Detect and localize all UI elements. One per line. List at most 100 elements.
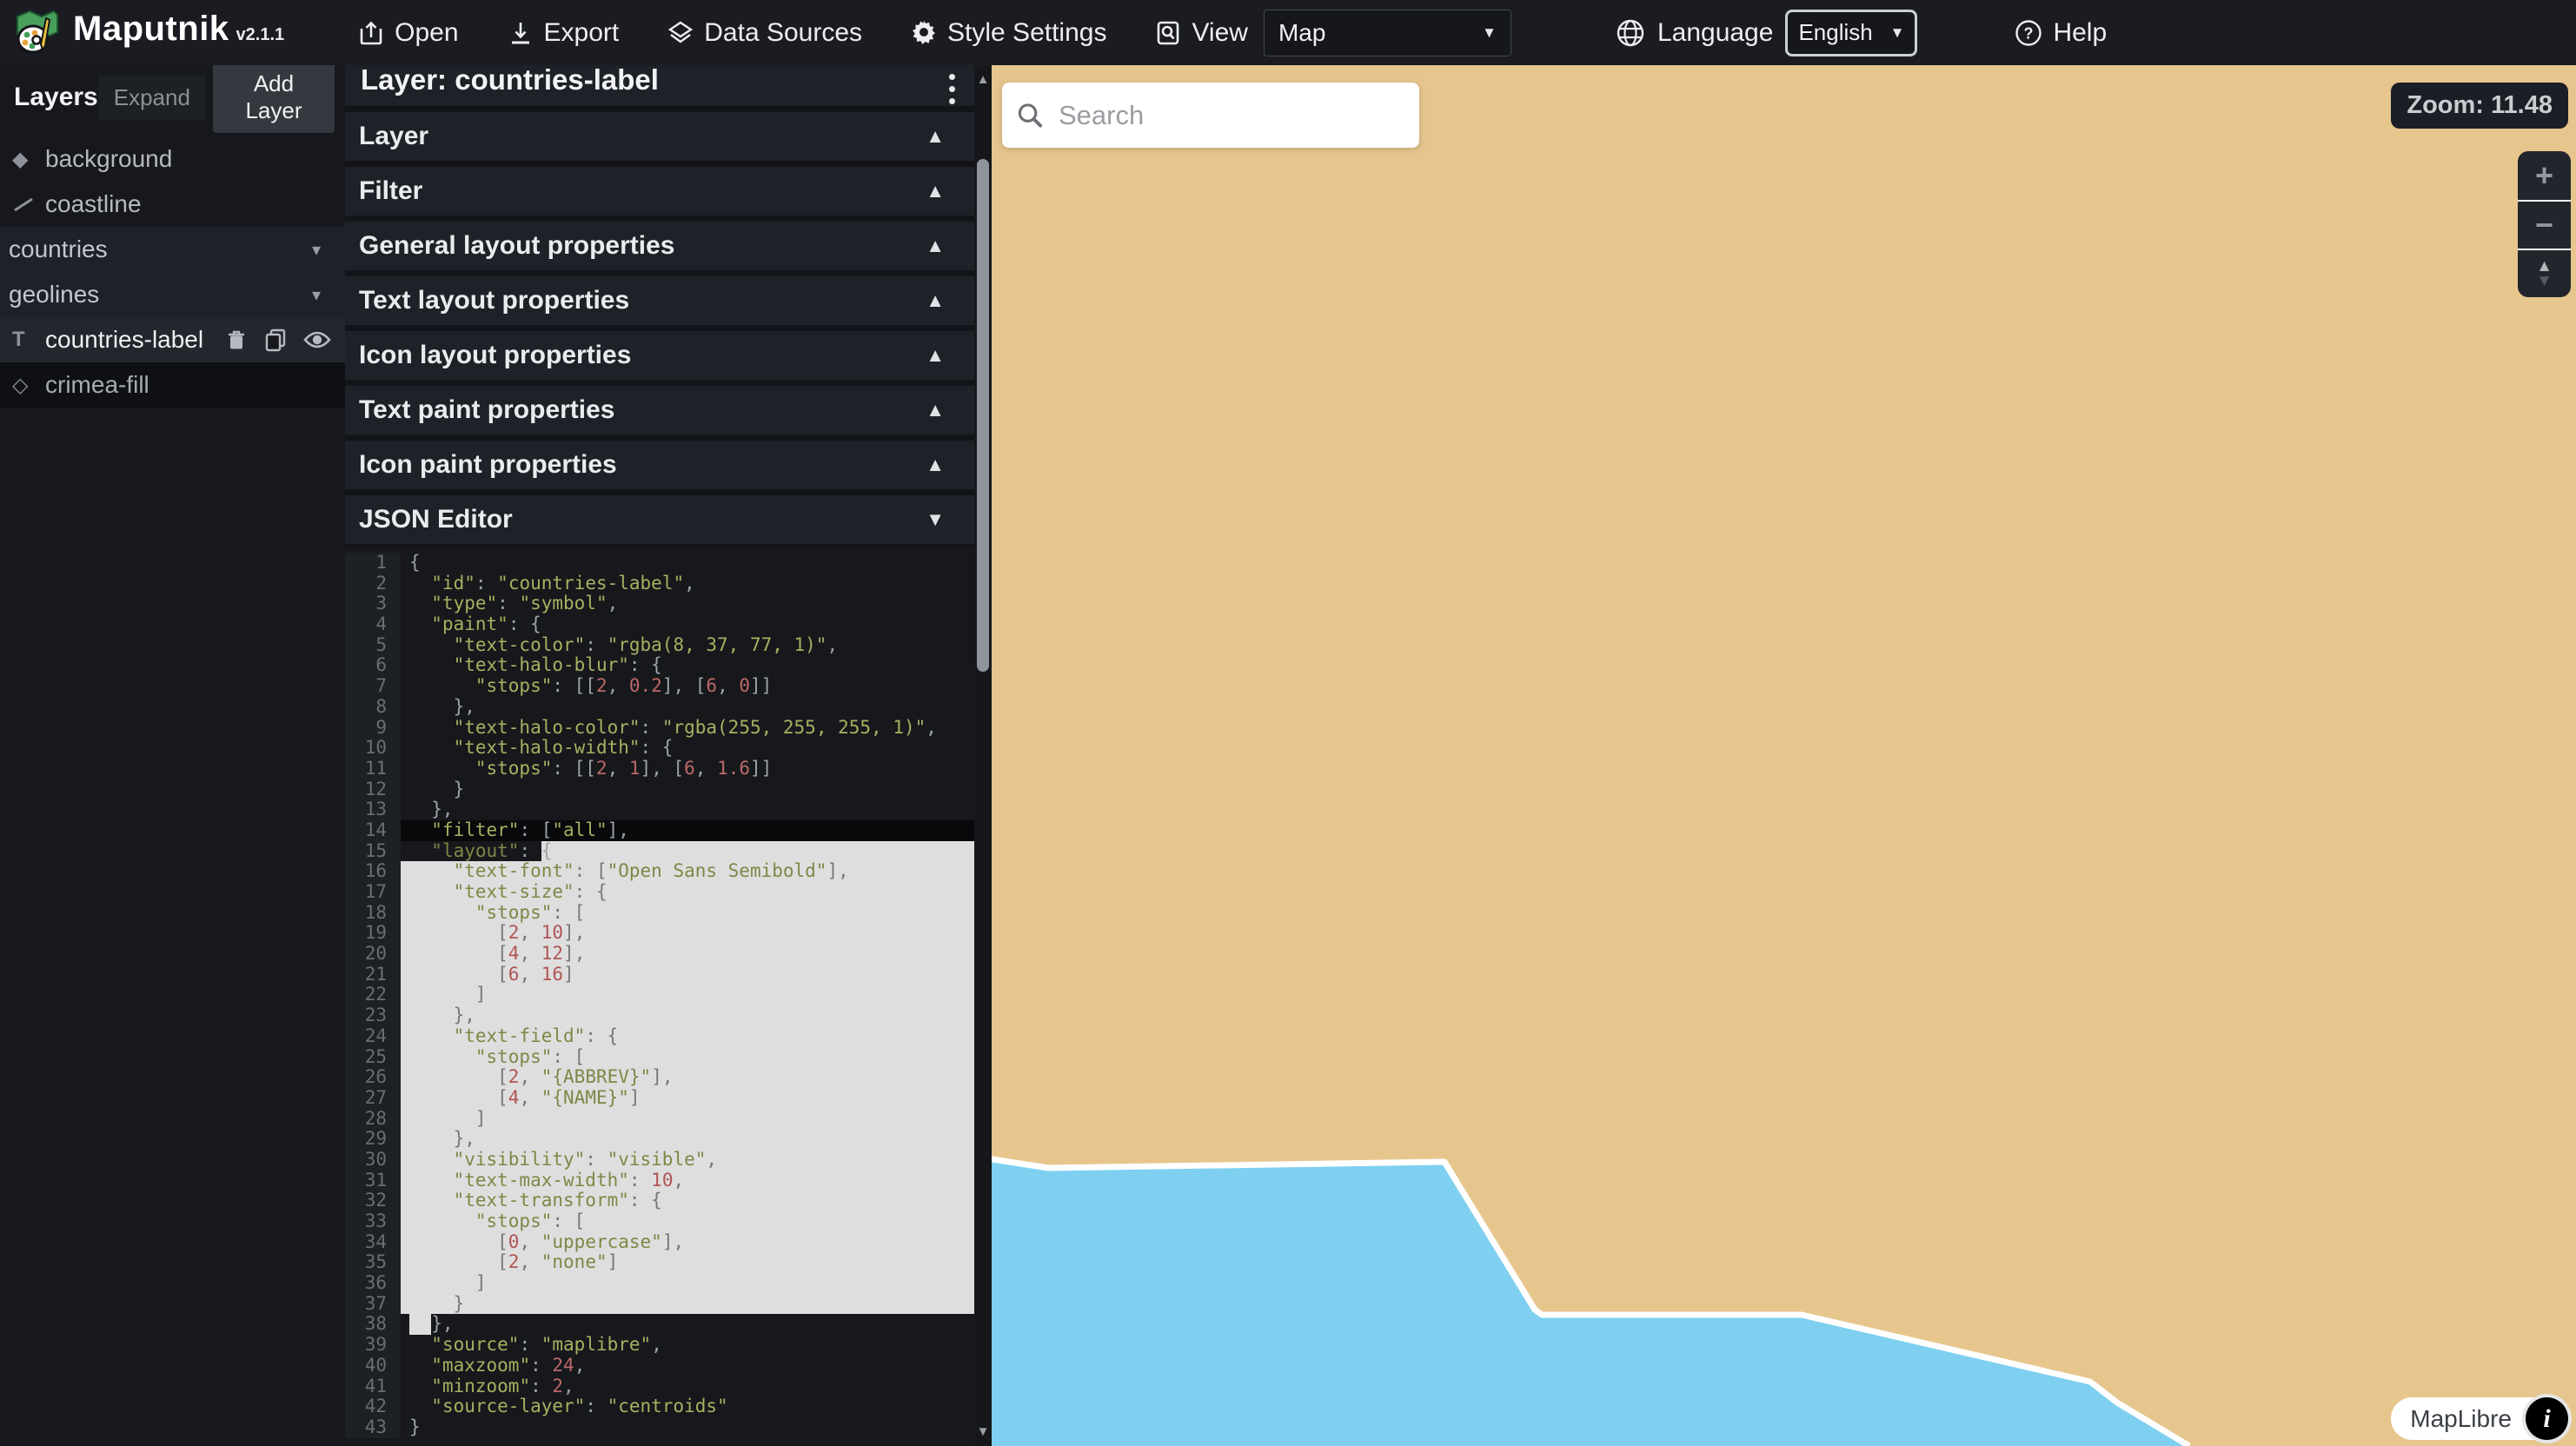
style-settings-label: Style Settings — [947, 18, 1106, 48]
maputnik-app: Maputnik v2.1.1 Open Export Data Sources… — [0, 0, 2576, 1446]
code-line[interactable]: 38 }, — [345, 1314, 974, 1335]
delete-icon[interactable] — [225, 328, 248, 352]
code-line[interactable]: 28 ] — [345, 1109, 974, 1130]
map-attribution: MapLibre i — [2391, 1397, 2568, 1440]
code-line[interactable]: 30 "visibility": "visible", — [345, 1150, 974, 1171]
code-line[interactable]: 9 "text-halo-color": "rgba(255, 255, 255… — [345, 718, 974, 739]
code-line[interactable]: 40 "maxzoom": 24, — [345, 1356, 974, 1376]
layer-label: countries-label — [45, 326, 203, 354]
line-layer-icon — [12, 193, 45, 216]
code-line[interactable]: 4 "paint": { — [345, 614, 974, 635]
code-line[interactable]: 2 "id": "countries-label", — [345, 574, 974, 594]
code-line[interactable]: 35 [2, "none"] — [345, 1252, 974, 1273]
code-line[interactable]: 37 } — [345, 1294, 974, 1315]
view-mode-select[interactable]: Map ▼ — [1264, 10, 1511, 56]
section-icon-paint[interactable]: Icon paint properties ▲ — [345, 441, 974, 489]
language-select[interactable]: English ▼ — [1785, 10, 1917, 56]
code-line[interactable]: 26 [2, "{ABBREV}"], — [345, 1067, 974, 1088]
line-number: 30 — [345, 1150, 401, 1171]
code-line[interactable]: 19 [2, 10], — [345, 923, 974, 944]
code-line[interactable]: 32 "text-transform": { — [345, 1191, 974, 1211]
line-number: 5 — [345, 635, 401, 656]
layer-item-crimea-fill[interactable]: ◇ crimea-fill — [0, 362, 345, 408]
code-line[interactable]: 21 [6, 16] — [345, 965, 974, 985]
fill-layer-icon: ◆ — [12, 147, 45, 172]
code-line[interactable]: 5 "text-color": "rgba(8, 37, 77, 1)", — [345, 635, 974, 656]
code-line[interactable]: 14 "filter": ["all"], — [345, 820, 974, 841]
json-code-editor[interactable]: 1{2 "id": "countries-label",3 "type": "s… — [345, 549, 974, 1446]
collapse-arrow-icon: ▲ — [926, 125, 945, 148]
help-button[interactable]: ? Help — [2015, 18, 2107, 48]
section-filter[interactable]: Filter ▲ — [345, 167, 974, 216]
code-line[interactable]: 7 "stops": [[2, 0.2], [6, 0]] — [345, 676, 974, 697]
add-layer-button[interactable]: Add Layer — [213, 62, 335, 133]
layer-group-countries[interactable]: countries ▾ — [0, 227, 345, 272]
code-line[interactable]: 36 ] — [345, 1273, 974, 1294]
code-line[interactable]: 17 "text-size": { — [345, 882, 974, 903]
visibility-eye-icon[interactable] — [303, 329, 331, 350]
section-general-layout[interactable]: General layout properties ▲ — [345, 222, 974, 270]
attribution-link[interactable]: MapLibre — [2410, 1405, 2526, 1433]
code-line[interactable]: 22 ] — [345, 985, 974, 1005]
line-number: 11 — [345, 759, 401, 779]
code-line[interactable]: 33 "stops": [ — [345, 1211, 974, 1232]
code-line[interactable]: 24 "text-field": { — [345, 1026, 974, 1047]
data-sources-button[interactable]: Data Sources — [667, 18, 862, 48]
search-input[interactable] — [1059, 100, 1405, 131]
code-line[interactable]: 20 [4, 12], — [345, 944, 974, 965]
compass-button[interactable]: ▲▼ — [2518, 249, 2571, 297]
export-icon — [508, 20, 534, 46]
code-line[interactable]: 18 "stops": [ — [345, 903, 974, 924]
style-settings-button[interactable]: Style Settings — [911, 18, 1106, 48]
info-icon[interactable]: i — [2526, 1397, 2568, 1440]
view-button[interactable]: View — [1155, 18, 1247, 48]
language-cluster: Language English ▼ — [1616, 10, 1917, 56]
scroll-up-icon[interactable]: ▲ — [974, 72, 992, 87]
map-canvas[interactable]: Zoom: 11.48 + − ▲▼ MapLibre i — [992, 65, 2576, 1446]
code-line[interactable]: 34 [0, "uppercase"], — [345, 1232, 974, 1253]
layer-item-countries-label[interactable]: T countries-label — [0, 317, 345, 362]
code-line[interactable]: 27 [4, "{NAME}"] — [345, 1088, 974, 1109]
code-line[interactable]: 39 "source": "maplibre", — [345, 1335, 974, 1356]
code-line[interactable]: 16 "text-font": ["Open Sans Semibold"], — [345, 861, 974, 882]
editor-scrollbar[interactable]: ▲ ▼ — [974, 65, 992, 1446]
code-line[interactable]: 41 "minzoom": 2, — [345, 1376, 974, 1397]
layer-list: ◆ background coastline countries ▾ geoli… — [0, 136, 345, 408]
section-json-editor[interactable]: JSON Editor ▼ — [345, 495, 974, 544]
code-line[interactable]: 15 "layout": { — [345, 841, 974, 862]
layer-item-coastline[interactable]: coastline — [0, 182, 345, 227]
open-button[interactable]: Open — [358, 18, 458, 48]
layer-group-geolines[interactable]: geolines ▾ — [0, 272, 345, 317]
code-line[interactable]: 1{ — [345, 553, 974, 574]
line-number: 12 — [345, 779, 401, 800]
section-layer[interactable]: Layer ▲ — [345, 112, 974, 161]
section-text-layout[interactable]: Text layout properties ▲ — [345, 276, 974, 325]
symbol-layer-icon: T — [12, 328, 45, 352]
code-line[interactable]: 13 }, — [345, 799, 974, 820]
export-button[interactable]: Export — [508, 18, 620, 48]
duplicate-icon[interactable] — [263, 328, 288, 352]
code-line[interactable]: 42 "source-layer": "centroids" — [345, 1396, 974, 1417]
code-line[interactable]: 11 "stops": [[2, 1], [6, 1.6]] — [345, 759, 974, 779]
app-name: Maputnik — [73, 10, 229, 49]
code-line[interactable]: 10 "text-halo-width": { — [345, 738, 974, 759]
scrollbar-thumb[interactable] — [977, 159, 989, 672]
zoom-in-button[interactable]: + — [2518, 151, 2571, 200]
layer-more-menu-icon[interactable] — [949, 65, 955, 104]
line-number: 32 — [345, 1191, 401, 1211]
code-line[interactable]: 23 }, — [345, 1005, 974, 1026]
scroll-down-icon[interactable]: ▼ — [974, 1424, 992, 1439]
code-line[interactable]: 12 } — [345, 779, 974, 800]
zoom-out-button[interactable]: − — [2518, 200, 2571, 249]
code-line[interactable]: 31 "text-max-width": 10, — [345, 1171, 974, 1191]
code-line[interactable]: 43} — [345, 1417, 974, 1438]
code-line[interactable]: 3 "type": "symbol", — [345, 594, 974, 614]
section-icon-layout[interactable]: Icon layout properties ▲ — [345, 331, 974, 380]
layer-item-background[interactable]: ◆ background — [0, 136, 345, 182]
section-text-paint[interactable]: Text paint properties ▲ — [345, 386, 974, 434]
code-line[interactable]: 8 }, — [345, 697, 974, 718]
code-line[interactable]: 6 "text-halo-blur": { — [345, 655, 974, 676]
code-line[interactable]: 29 }, — [345, 1129, 974, 1150]
code-line[interactable]: 25 "stops": [ — [345, 1047, 974, 1068]
expand-button[interactable]: Expand — [98, 76, 206, 120]
